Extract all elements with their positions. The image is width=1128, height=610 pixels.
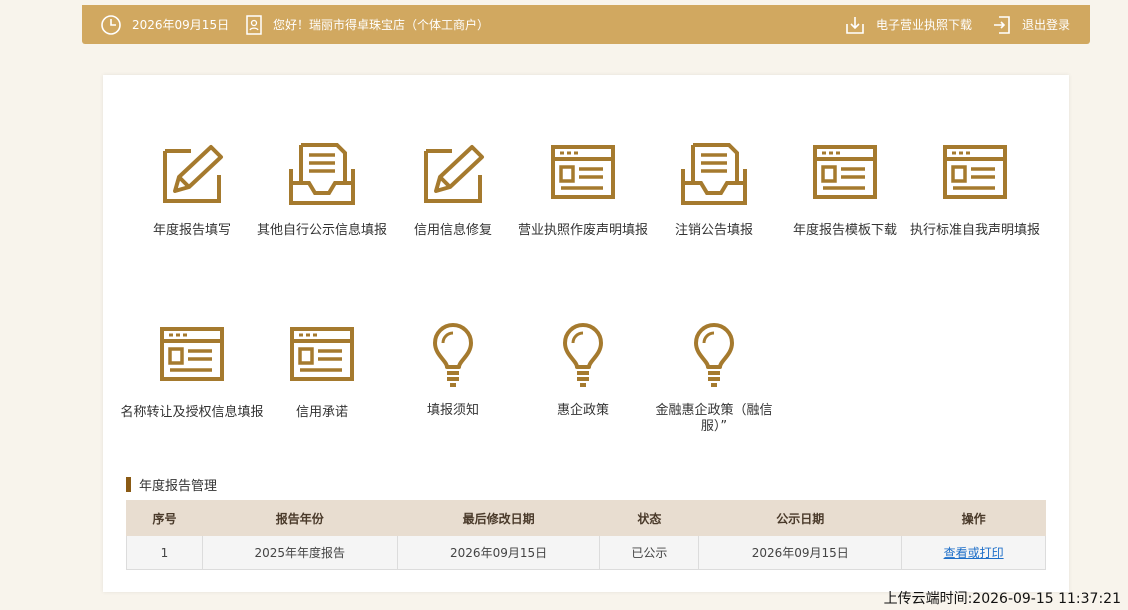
logout-button[interactable]: 退出登录 <box>992 5 1070 44</box>
cell-action: 查看或打印 <box>901 535 1046 570</box>
column-header: 状态 <box>599 500 700 536</box>
lightbulb-icon <box>563 323 603 387</box>
document-tray-icon <box>681 143 747 205</box>
download-icon <box>844 14 866 36</box>
logout-label: 退出登录 <box>1022 18 1071 32</box>
cell-status: 已公示 <box>599 535 700 570</box>
report-section-title: 年度报告管理 <box>126 476 218 494</box>
date-segment: 2026年09月15日 <box>100 5 229 44</box>
edit-form-icon <box>424 145 484 203</box>
browser-window-icon <box>943 145 1007 199</box>
tile-label: 惠企政策 <box>556 403 609 418</box>
cell-modified-date: 2026年09月15日 <box>396 535 601 570</box>
clock-icon <box>100 14 122 36</box>
browser-window-icon <box>551 145 615 199</box>
greeting-text: 您好！瑞丽市得卓珠宝店（个体工商户） <box>273 18 490 32</box>
cell-publish-date: 2026年09月15日 <box>698 535 903 570</box>
upload-timestamp: 上传云端时间:2026-09-15 11:37:21 <box>883 591 1121 607</box>
edit-form-icon <box>163 145 223 203</box>
browser-window-icon <box>813 145 877 199</box>
table-row: 1 2025年年度报告 2026年09月15日 已公示 2026年09月15日 … <box>126 535 1046 570</box>
tile-label: 注销公告填报 <box>674 223 753 238</box>
lightbulb-icon <box>433 323 473 387</box>
cell-report-year: 2025年年度报告 <box>201 535 398 570</box>
tile-label: 填报须知 <box>426 403 479 418</box>
greeting-segment: 您好！瑞丽市得卓珠宝店（个体工商户） <box>245 5 489 44</box>
tile-label: 信用承诺 <box>295 405 348 420</box>
column-header: 最后修改日期 <box>396 500 601 536</box>
tile-label: 金融惠企政策（融信服）” <box>655 403 773 434</box>
browser-window-icon <box>160 327 224 381</box>
logout-icon <box>992 14 1012 36</box>
tile-label: 执行标准自我声明填报 <box>909 223 1040 238</box>
license-download-button[interactable]: 电子营业执照下载 <box>844 5 972 44</box>
tile-label: 营业执照作废声明填报 <box>517 223 648 238</box>
column-header: 公示日期 <box>698 500 903 536</box>
annual-report-table: 序号 报告年份 最后修改日期 状态 公示日期 操作 1 2025年年度报告 20… <box>126 500 1046 570</box>
table-header-row: 序号 报告年份 最后修改日期 状态 公示日期 操作 <box>126 500 1046 536</box>
license-download-label: 电子营业执照下载 <box>876 18 973 32</box>
tile-label: 其他自行公示信息填报 <box>256 223 387 238</box>
tile-label: 名称转让及授权信息填报 <box>120 405 264 420</box>
tile-label: 年度报告填写 <box>152 223 231 238</box>
browser-window-icon <box>290 327 354 381</box>
section-title-text: 年度报告管理 <box>139 478 218 494</box>
column-header: 序号 <box>126 500 203 536</box>
user-badge-icon <box>245 14 263 36</box>
current-date: 2026年09月15日 <box>132 18 230 32</box>
column-header: 操作 <box>901 500 1046 536</box>
tile-label: 信用信息修复 <box>413 223 492 238</box>
tile-label: 年度报告模板下载 <box>792 223 897 238</box>
top-bar: 2026年09月15日 您好！瑞丽市得卓珠宝店（个体工商户） 电子营业执照下载 … <box>82 5 1090 44</box>
column-header: 报告年份 <box>201 500 398 536</box>
document-tray-icon <box>289 143 355 205</box>
section-marker <box>126 476 131 492</box>
cell-index: 1 <box>126 535 203 570</box>
lightbulb-icon <box>694 323 734 387</box>
view-or-print-link[interactable]: 查看或打印 <box>944 546 1004 560</box>
